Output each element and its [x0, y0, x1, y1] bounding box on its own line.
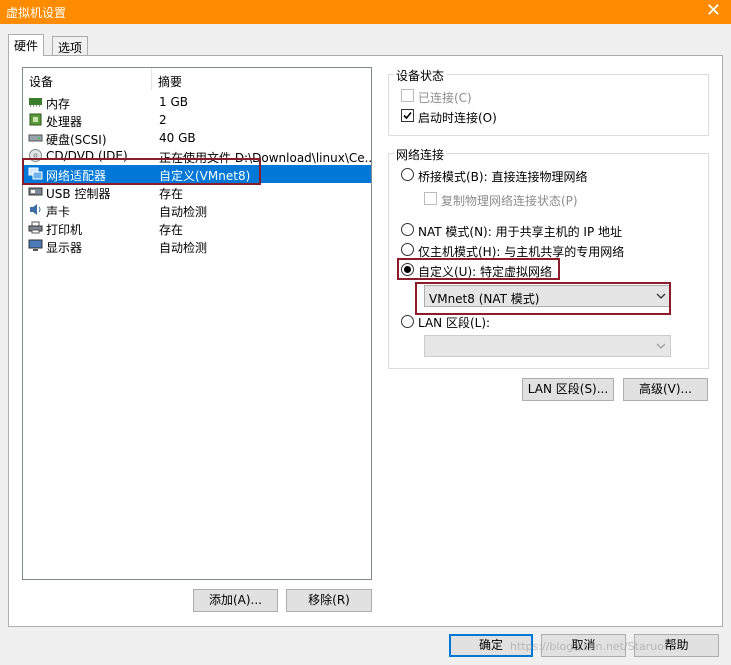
- device-name: USB 控制器: [46, 187, 111, 201]
- usb-icon: [28, 187, 43, 196]
- title-bar: 虚拟机设置 ✕: [0, 0, 731, 24]
- lan-label: LAN 区段(L):: [418, 316, 491, 330]
- network-connection-title: 网络连接: [394, 146, 447, 163]
- device-row-usb[interactable]: USB 控制器 存在: [24, 183, 371, 201]
- highlight-custom: [397, 258, 560, 280]
- display-icon: [28, 239, 43, 251]
- column-device[interactable]: 设备: [29, 73, 53, 90]
- printer-icon: [28, 221, 43, 234]
- replicate-checkbox[interactable]: [424, 192, 437, 205]
- device-list[interactable]: 设备 摘要 内存 1 GB 处理器 2 硬盘(SCSI) 40 GB CD/DV…: [22, 67, 372, 580]
- connected-checkbox[interactable]: [401, 89, 414, 102]
- add-button[interactable]: 添加(A)...: [193, 589, 278, 612]
- window-title: 虚拟机设置: [6, 6, 67, 20]
- device-name: 内存: [46, 97, 71, 111]
- lan-segments-button[interactable]: LAN 区段(S)...: [522, 378, 614, 401]
- device-summary: 自动检测: [159, 205, 208, 219]
- device-summary: 2: [159, 113, 167, 127]
- checkmark-icon: [403, 111, 412, 120]
- highlight-custom-select: [415, 282, 671, 315]
- device-row-harddisk[interactable]: 硬盘(SCSI) 40 GB: [24, 129, 371, 147]
- column-separator[interactable]: [151, 68, 152, 90]
- host-only-radio[interactable]: [401, 243, 414, 256]
- device-summary: 1 GB: [159, 95, 188, 109]
- chevron-down-icon: [656, 343, 666, 349]
- remove-button[interactable]: 移除(R): [286, 589, 372, 612]
- device-name: 硬盘(SCSI): [46, 133, 107, 147]
- nat-radio[interactable]: [401, 223, 414, 236]
- device-row-sound[interactable]: 声卡 自动检测: [24, 201, 371, 219]
- device-row-printer[interactable]: 打印机 存在: [24, 219, 371, 237]
- tab-hardware[interactable]: 硬件: [8, 34, 45, 56]
- connected-label: 已连接(C): [418, 91, 472, 105]
- device-row-memory[interactable]: 内存 1 GB: [24, 93, 371, 111]
- close-icon[interactable]: ✕: [706, 1, 721, 21]
- tab-options[interactable]: 选项: [52, 36, 89, 56]
- list-header: 设备 摘要: [23, 68, 371, 90]
- device-summary: 存在: [159, 187, 184, 201]
- advanced-button[interactable]: 高级(V)...: [623, 378, 708, 401]
- processor-icon: [29, 113, 42, 126]
- device-row-display[interactable]: 显示器 自动检测: [24, 237, 371, 255]
- device-name: 打印机: [46, 223, 83, 237]
- device-summary: 自动检测: [159, 241, 208, 255]
- device-row-processor[interactable]: 处理器 2: [24, 111, 371, 129]
- bridged-radio[interactable]: [401, 168, 414, 181]
- harddisk-icon: [28, 134, 43, 142]
- device-summary: 存在: [159, 223, 184, 237]
- device-status-title: 设备状态: [394, 67, 447, 84]
- device-name: 处理器: [46, 115, 83, 129]
- sound-icon: [30, 204, 41, 215]
- lan-segment-select[interactable]: [424, 335, 671, 357]
- highlight-network-adapter: [22, 158, 261, 185]
- watermark: https://blog.csdn.net/Staruoch: [510, 640, 677, 653]
- device-name: 显示器: [46, 241, 83, 255]
- device-name: 声卡: [46, 205, 71, 219]
- nat-label: NAT 模式(N): 用于共享主机的 IP 地址: [418, 225, 623, 239]
- memory-icon: [29, 98, 42, 107]
- replicate-label: 复制物理网络连接状态(P): [441, 194, 578, 208]
- connect-at-power-on-checkbox[interactable]: [401, 109, 414, 122]
- device-summary: 40 GB: [159, 131, 196, 145]
- lan-radio[interactable]: [401, 315, 414, 328]
- column-summary[interactable]: 摘要: [158, 73, 182, 90]
- bridged-label: 桥接模式(B): 直接连接物理网络: [418, 170, 588, 184]
- connect-at-power-on-label: 启动时连接(O): [418, 111, 497, 125]
